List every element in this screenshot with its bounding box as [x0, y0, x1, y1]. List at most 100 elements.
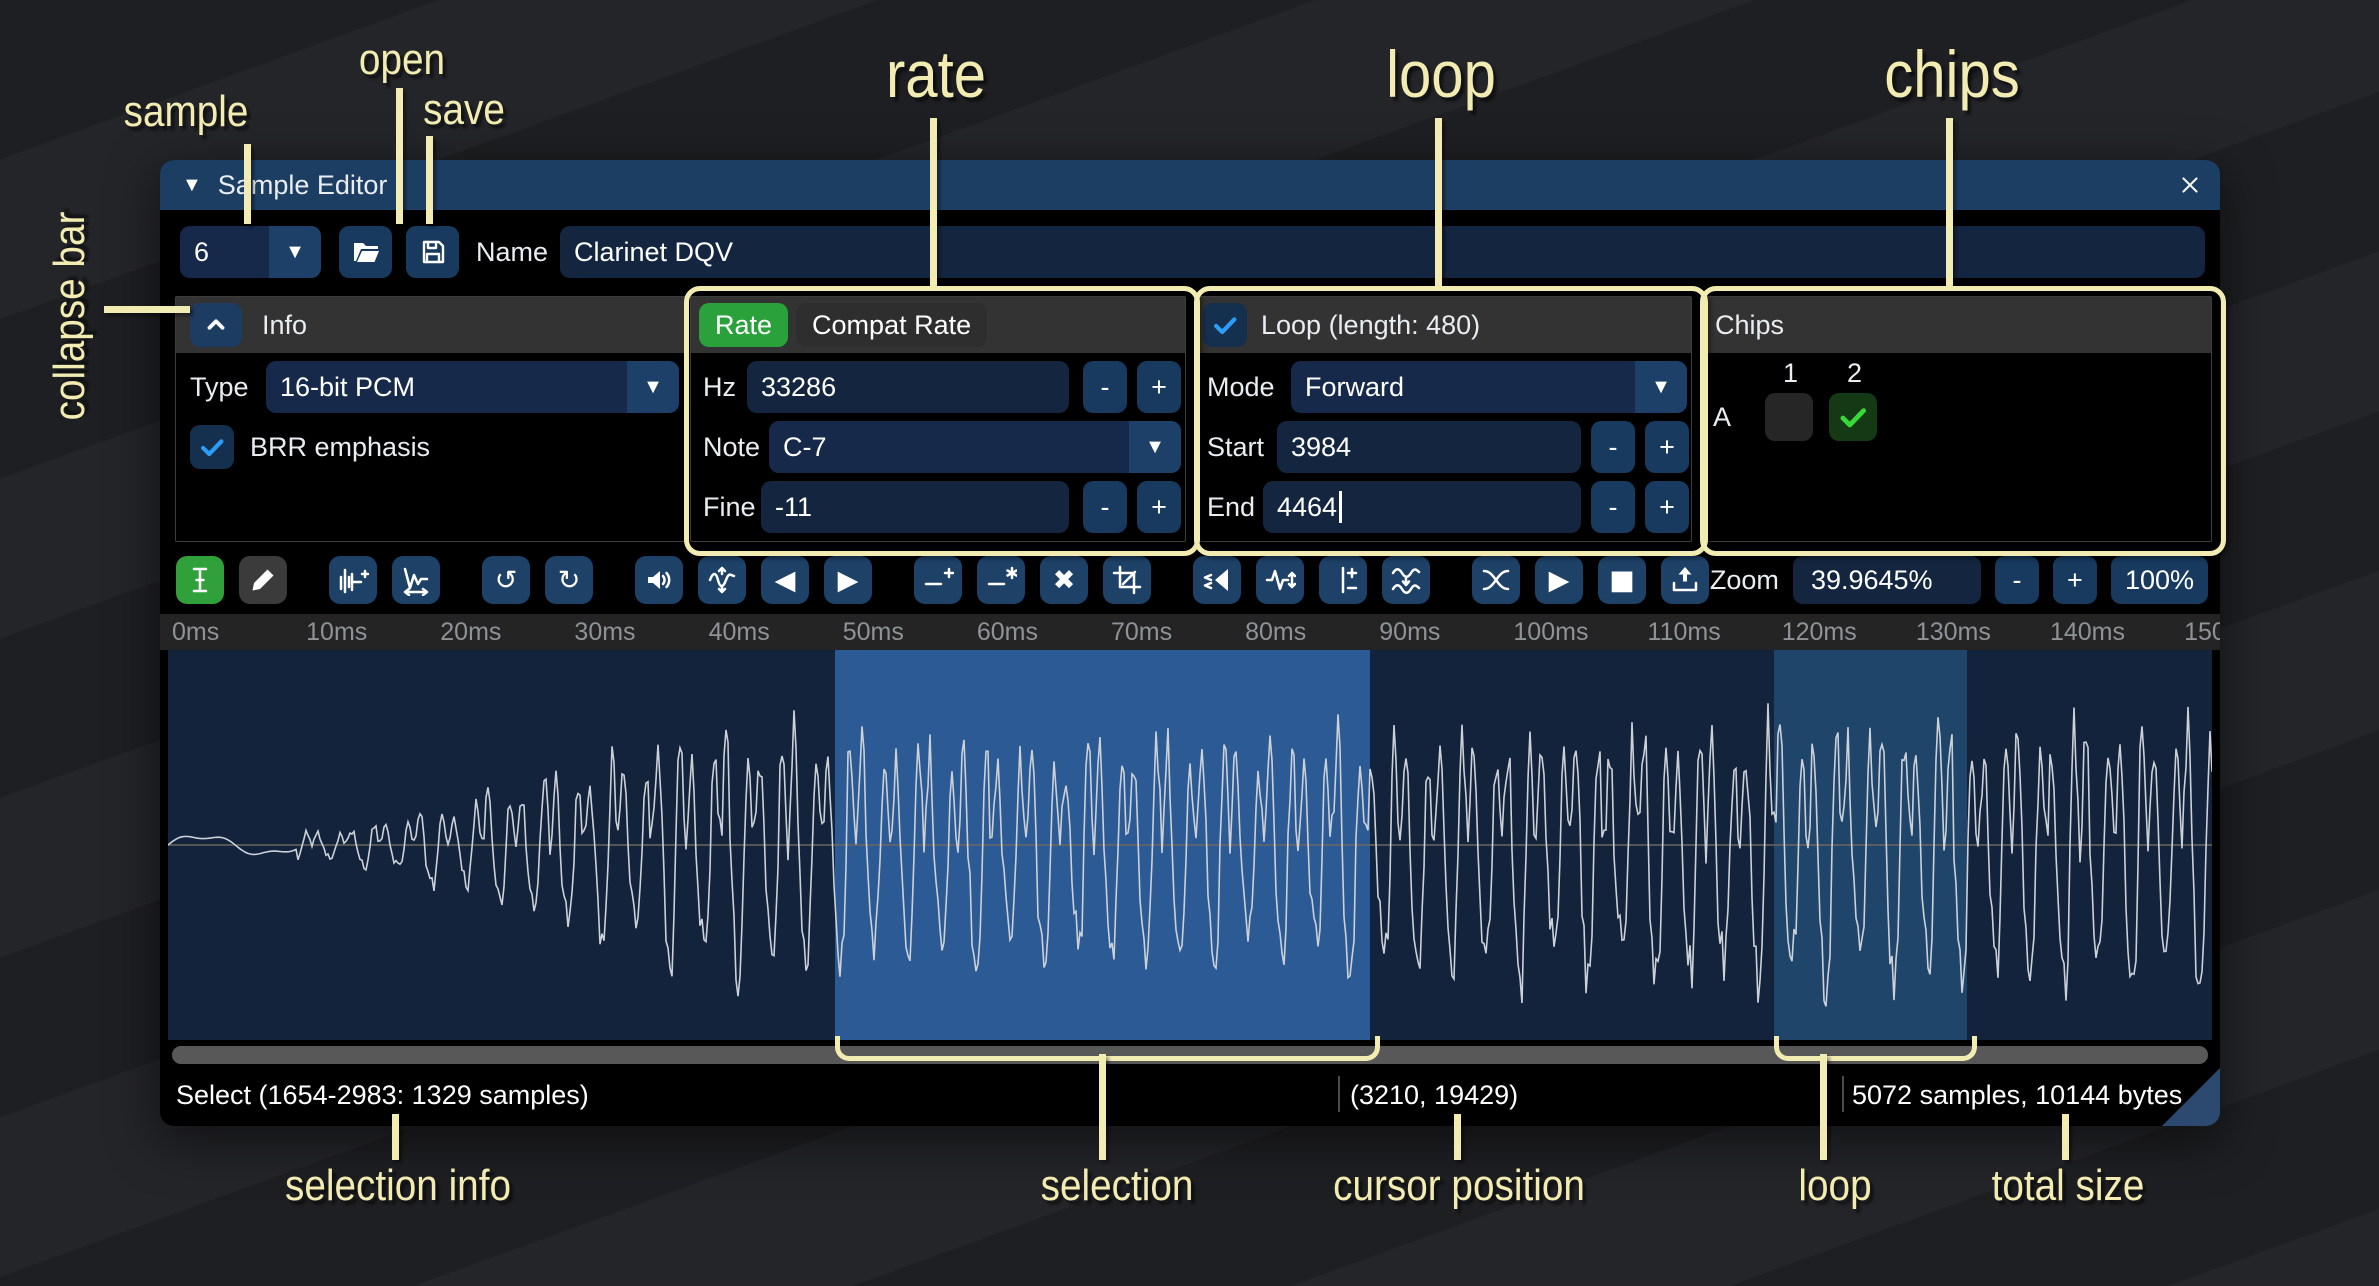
reverse-icon: [1201, 564, 1233, 596]
tool-reverse-button[interactable]: [1193, 556, 1241, 604]
hz-input[interactable]: 33286: [747, 361, 1069, 413]
tool-create-instrument-button[interactable]: [1661, 556, 1709, 604]
check-icon: [197, 432, 227, 462]
tab-compat-rate[interactable]: Compat Rate: [796, 303, 987, 347]
loop-start-minus-button[interactable]: -: [1591, 421, 1635, 473]
tab-rate[interactable]: Rate: [699, 303, 788, 347]
horizontal-scrollbar[interactable]: [172, 1046, 2208, 1064]
loop-start-label: Start: [1207, 421, 1264, 473]
tool-filter-button[interactable]: [1382, 556, 1430, 604]
tool-apply-silence-button[interactable]: [977, 556, 1025, 604]
fine-plus-button[interactable]: +: [1137, 481, 1181, 533]
type-value: 16-bit PCM: [280, 372, 415, 403]
zoom-value: 39.9645%: [1811, 565, 1933, 596]
note-dropdown[interactable]: C-7 ▼: [769, 421, 1181, 473]
loop-enable-checkbox[interactable]: [1203, 303, 1247, 347]
tool-draw-mode-button[interactable]: [239, 556, 287, 604]
tool-resize-button[interactable]: [329, 556, 377, 604]
status-separator: [1842, 1076, 1844, 1112]
zoom-in-button[interactable]: +: [2053, 556, 2097, 604]
save-sample-button[interactable]: [406, 226, 459, 278]
zoom-label: Zoom: [1710, 565, 1779, 596]
ruler-tick-label: 80ms: [1245, 618, 1306, 647]
ruler-tick-label: 130ms: [1916, 618, 1991, 647]
loop-mode-dropdown[interactable]: Forward ▼: [1291, 361, 1687, 413]
chip-column-label: 1: [1783, 355, 1798, 391]
tool-undo-button[interactable]: ↺: [482, 556, 530, 604]
hz-value: 33286: [761, 372, 836, 403]
tool-crossfade-loop-button[interactable]: [1472, 556, 1520, 604]
chips-panel-title: Chips: [1715, 310, 1784, 341]
zoom-out-button[interactable]: -: [1995, 556, 2039, 604]
close-button[interactable]: [2170, 165, 2210, 205]
tool-fade-out-button[interactable]: ▶: [824, 556, 872, 604]
scrollbar-thumb[interactable]: [172, 1046, 2208, 1064]
sample-toolbar: ↺ ↻ ◀ ▶ ✖ ▶ ■ Zoom 39.9645% - + 100%: [160, 554, 2220, 612]
tool-redo-button[interactable]: ↻: [545, 556, 593, 604]
fine-minus-button[interactable]: -: [1083, 481, 1127, 533]
tool-fade-in-button[interactable]: ◀: [761, 556, 809, 604]
waveform-display[interactable]: [168, 650, 2212, 1040]
window-collapse-icon[interactable]: ▼: [182, 174, 202, 197]
toolbar-buttons: ↺ ↻ ◀ ▶ ✖ ▶ ■: [176, 556, 1709, 604]
tool-stop-preview-button[interactable]: ■: [1598, 556, 1646, 604]
info-panel: Info Type 16-bit PCM ▼ BRR emphasis: [175, 296, 686, 542]
loop-end-plus-button[interactable]: +: [1645, 481, 1689, 533]
loop-mode-value: Forward: [1305, 372, 1404, 403]
loop-start-input[interactable]: 3984: [1277, 421, 1581, 473]
fine-input[interactable]: -11: [761, 481, 1069, 533]
time-ruler[interactable]: 0ms10ms20ms30ms40ms50ms60ms70ms80ms90ms1…: [160, 614, 2220, 650]
trim-icon: [1111, 564, 1143, 596]
status-separator: [1338, 1076, 1340, 1112]
ruler-tick-label: 50ms: [843, 618, 904, 647]
chip-checkbox-A1[interactable]: [1765, 393, 1813, 441]
ruler-tick-label: 90ms: [1379, 618, 1440, 647]
sample-select-value: 6: [194, 237, 209, 268]
tool-resample-button[interactable]: [392, 556, 440, 604]
rate-panel-header: Rate Compat Rate: [691, 297, 1185, 353]
resample-icon: [400, 564, 432, 596]
fine-label: Fine: [703, 481, 756, 533]
tool-delete-button[interactable]: ✖: [1040, 556, 1088, 604]
chip-checkbox-A2[interactable]: [1829, 393, 1877, 441]
loop-end-minus-button[interactable]: -: [1591, 481, 1635, 533]
type-label: Type: [190, 361, 249, 413]
sample-select-dropdown[interactable]: 6 ▼: [180, 226, 321, 278]
text-caret: [1339, 491, 1342, 523]
open-sample-button[interactable]: [339, 226, 392, 278]
tool-select-mode-button[interactable]: [176, 556, 224, 604]
folder-open-icon: [350, 236, 382, 268]
zoom-reset-button[interactable]: 100%: [2111, 556, 2208, 604]
window-title: Sample Editor: [218, 170, 388, 201]
info-panel-title: Info: [262, 310, 307, 341]
loop-panel-header: Loop (length: 480): [1195, 297, 1691, 353]
info-collapse-button[interactable]: [190, 303, 242, 347]
tool-trim-button[interactable]: [1103, 556, 1151, 604]
tool-invert-button[interactable]: [1256, 556, 1304, 604]
name-input[interactable]: Clarinet DQV: [560, 226, 2205, 278]
tool-insert-silence-button[interactable]: [914, 556, 962, 604]
ruler-tick-label: 20ms: [440, 618, 501, 647]
hz-minus-button[interactable]: -: [1083, 361, 1127, 413]
titlebar[interactable]: ▼ Sample Editor: [160, 160, 2220, 210]
tool-sign-invert-button[interactable]: [1319, 556, 1367, 604]
brr-emphasis-checkbox[interactable]: [190, 425, 234, 469]
hz-plus-button[interactable]: +: [1137, 361, 1181, 413]
tool-normalize-button[interactable]: [698, 556, 746, 604]
ruler-tick-label: 60ms: [977, 618, 1038, 647]
mode-label: Mode: [1207, 361, 1275, 413]
tool-preview-button[interactable]: ▶: [1535, 556, 1583, 604]
tool-amplify-button[interactable]: [635, 556, 683, 604]
annotation-rate: rate: [886, 36, 986, 112]
fine-value: -11: [775, 492, 812, 523]
loop-start-plus-button[interactable]: +: [1645, 421, 1689, 473]
zoom-value-input[interactable]: 39.9645%: [1793, 556, 1981, 604]
type-dropdown[interactable]: 16-bit PCM ▼: [266, 361, 679, 413]
chevron-down-icon: ▼: [1129, 421, 1181, 473]
resize-grip[interactable]: [2160, 1066, 2220, 1126]
stop-preview-icon: ■: [1609, 567, 1635, 594]
invert-icon: [1264, 564, 1296, 596]
annotation-selection-info: selection info: [285, 1161, 511, 1211]
apply-silence-icon: [985, 564, 1017, 596]
loop-end-input[interactable]: 4464: [1263, 481, 1581, 533]
